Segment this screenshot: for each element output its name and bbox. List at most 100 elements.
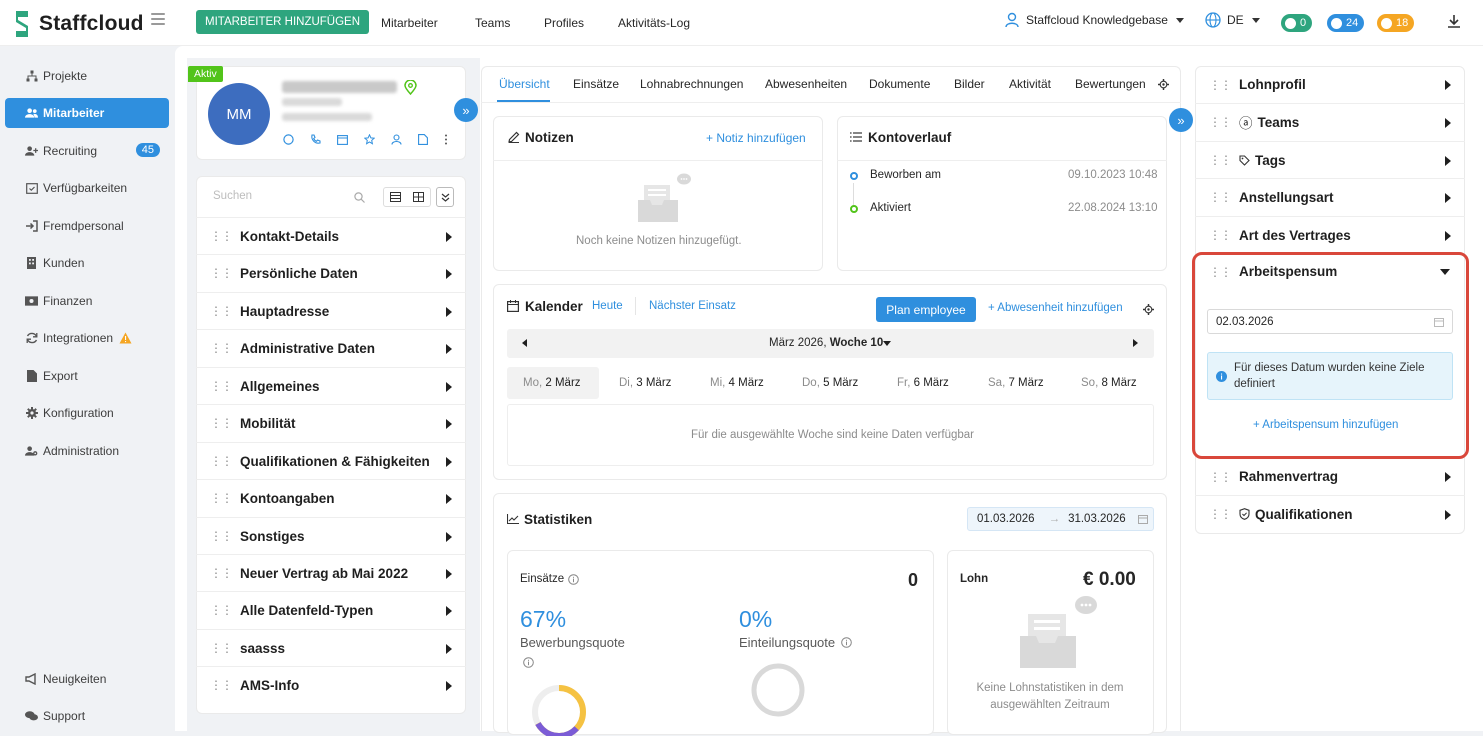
sidebar-item-fremdpersonal[interactable]: Fremdpersonal	[5, 211, 169, 241]
previous-week-icon[interactable]	[522, 339, 527, 347]
section-teams[interactable]: ⋮⋮ ⓐ Teams	[1195, 103, 1465, 140]
next-assignment-link[interactable]: Nächster Einsatz	[649, 300, 736, 312]
day-friday[interactable]: Fr, 6 März	[897, 377, 949, 389]
caret-down-icon[interactable]	[883, 341, 891, 346]
account-dropdown[interactable]: Staffcloud Knowledgebase	[1004, 12, 1184, 28]
section-tags[interactable]: ⋮⋮ Tags	[1195, 141, 1465, 178]
drag-handle-icon[interactable]: ⋮⋮	[210, 379, 233, 393]
tab-abwesenheiten[interactable]: Abwesenheiten	[765, 77, 847, 91]
add-employee-button[interactable]: MITARBEITER HINZUFÜGEN	[196, 10, 370, 34]
avatar[interactable]: MM	[208, 83, 270, 145]
drag-handle-icon[interactable]: ⋮⋮	[1209, 507, 1232, 521]
calendar-icon[interactable]	[337, 134, 348, 145]
drag-handle-icon[interactable]: ⋮⋮	[210, 304, 233, 318]
sidebar-item-export[interactable]: Export	[5, 361, 169, 391]
tab-dokumente[interactable]: Dokumente	[869, 77, 930, 91]
tab-settings-icon[interactable]	[1158, 79, 1169, 90]
section-administrative-daten[interactable]: ⋮⋮ Administrative Daten	[196, 329, 466, 366]
language-dropdown[interactable]: DE	[1205, 12, 1260, 28]
section-qualifikationen[interactable]: ⋮⋮ Qualifikationen	[1195, 495, 1465, 532]
list-view-icon[interactable]	[390, 192, 401, 202]
add-workload-button[interactable]: + Arbeitspensum hinzufügen	[1253, 419, 1398, 431]
section-qualifikationen-faehigkeiten[interactable]: ⋮⋮ Qualifikationen & Fähigkeiten	[196, 442, 466, 479]
day-thursday[interactable]: Do, 5 März	[802, 377, 858, 389]
sidebar-item-support[interactable]: Support	[5, 701, 169, 731]
section-hauptadresse[interactable]: ⋮⋮ Hauptadresse	[196, 292, 466, 329]
chat-icon[interactable]	[283, 134, 294, 145]
drag-handle-icon[interactable]: ⋮⋮	[210, 641, 233, 655]
document-icon[interactable]	[418, 134, 428, 145]
drag-handle-icon[interactable]: ⋮⋮	[1209, 115, 1232, 129]
section-kontoangaben[interactable]: ⋮⋮ Kontoangaben	[196, 479, 466, 516]
drag-handle-icon[interactable]: ⋮⋮	[210, 229, 233, 243]
day-saturday[interactable]: Sa, 7 März	[988, 377, 1044, 389]
drag-handle-icon[interactable]: ⋮⋮	[1209, 228, 1232, 242]
drag-handle-icon[interactable]: ⋮⋮	[1209, 190, 1232, 204]
week-selector[interactable]: März 2026, Woche 10	[769, 337, 883, 349]
drag-handle-icon[interactable]: ⋮⋮	[210, 529, 233, 543]
drag-handle-icon[interactable]: ⋮⋮	[210, 416, 233, 430]
nav-activity-log[interactable]: Aktivitäts-Log	[618, 16, 690, 30]
section-persoenliche-daten[interactable]: ⋮⋮ Persönliche Daten	[196, 254, 466, 291]
info-circle-icon[interactable]	[523, 657, 534, 668]
download-icon[interactable]	[1446, 13, 1462, 29]
section-lohnprofil[interactable]: ⋮⋮ Lohnprofil	[1195, 66, 1465, 103]
user-icon[interactable]	[391, 134, 402, 145]
day-sunday[interactable]: So, 8 März	[1081, 377, 1137, 389]
drag-handle-icon[interactable]: ⋮⋮	[210, 491, 233, 505]
menu-toggle-icon[interactable]	[151, 13, 165, 25]
sidebar-item-finanzen[interactable]: Finanzen	[5, 286, 169, 316]
add-note-button[interactable]: + Notiz hinzufügen	[706, 131, 806, 145]
tab-lohnabrechnungen[interactable]: Lohnabrechnungen	[640, 77, 743, 91]
search-input[interactable]: Suchen	[213, 190, 252, 202]
section-anstellungsart[interactable]: ⋮⋮ Anstellungsart	[1195, 178, 1465, 215]
sidebar-item-projekte[interactable]: Projekte	[5, 61, 169, 91]
sidebar-item-integrationen[interactable]: Integrationen	[5, 323, 169, 353]
drag-handle-icon[interactable]: ⋮⋮	[210, 566, 233, 580]
drag-handle-icon[interactable]: ⋮⋮	[1209, 153, 1232, 167]
section-saasss[interactable]: ⋮⋮ saasss	[196, 629, 466, 666]
drag-handle-icon[interactable]: ⋮⋮	[210, 603, 233, 617]
expand-profile-button[interactable]: »	[454, 98, 478, 122]
drag-handle-icon[interactable]: ⋮⋮	[210, 678, 233, 692]
section-neuer-vertrag[interactable]: ⋮⋮ Neuer Vertrag ab Mai 2022	[196, 554, 466, 591]
drag-handle-icon[interactable]: ⋮⋮	[1209, 78, 1232, 92]
nav-profiles[interactable]: Profiles	[544, 16, 584, 30]
expand-right-panel-button[interactable]: »	[1169, 108, 1193, 132]
tab-einsaetze[interactable]: Einsätze	[573, 77, 619, 91]
info-circle-icon[interactable]	[841, 637, 852, 648]
section-mobilitaet[interactable]: ⋮⋮ Mobilität	[196, 404, 466, 441]
nav-teams[interactable]: Teams	[475, 16, 510, 30]
grid-view-icon[interactable]	[413, 192, 424, 202]
calendar-settings-icon[interactable]	[1143, 304, 1154, 315]
section-art-des-vertrages[interactable]: ⋮⋮ Art des Vertrages	[1195, 216, 1465, 253]
section-rahmenvertrag[interactable]: ⋮⋮ Rahmenvertrag	[1195, 458, 1465, 495]
section-sonstiges[interactable]: ⋮⋮ Sonstiges	[196, 517, 466, 554]
section-alle-datenfeld-typen[interactable]: ⋮⋮ Alle Datenfeld-Typen	[196, 591, 466, 628]
day-wednesday[interactable]: Mi, 4 März	[710, 377, 764, 389]
phone-icon[interactable]	[310, 134, 321, 145]
sidebar-item-verfuegbarkeiten[interactable]: Verfügbarkeiten	[5, 173, 169, 203]
today-link[interactable]: Heute	[592, 300, 623, 312]
section-kontakt-details[interactable]: ⋮⋮ Kontakt-Details	[196, 217, 466, 254]
more-vertical-icon[interactable]	[444, 134, 448, 145]
date-range-picker[interactable]: 01.03.2026 → 31.03.2026	[967, 507, 1154, 531]
tab-bewertungen[interactable]: Bewertungen	[1075, 77, 1146, 91]
day-tuesday[interactable]: Di, 3 März	[619, 377, 671, 389]
view-toggle[interactable]	[383, 187, 431, 207]
drag-handle-icon[interactable]: ⋮⋮	[210, 454, 233, 468]
tab-aktivitaet[interactable]: Aktivität	[1009, 77, 1051, 91]
next-week-icon[interactable]	[1133, 339, 1138, 347]
sidebar-item-mitarbeiter[interactable]: Mitarbeiter	[5, 98, 169, 128]
chat-counter[interactable]: 0	[1281, 14, 1313, 32]
section-arbeitspensum[interactable]: ⋮⋮ Arbeitspensum	[1195, 253, 1465, 290]
workload-date-input[interactable]: 02.03.2026	[1207, 309, 1453, 334]
add-absence-button[interactable]: + Abwesenheit hinzufügen	[988, 302, 1123, 314]
sidebar-item-neuigkeiten[interactable]: Neuigkeiten	[5, 664, 169, 694]
star-icon[interactable]	[364, 134, 375, 145]
tab-bilder[interactable]: Bilder	[954, 77, 985, 91]
drag-handle-icon[interactable]: ⋮⋮	[210, 341, 233, 355]
sidebar-item-recruiting[interactable]: Recruiting 45	[5, 136, 169, 166]
nav-mitarbeiter[interactable]: Mitarbeiter	[381, 16, 438, 30]
tab-uebersicht[interactable]: Übersicht	[499, 77, 550, 91]
